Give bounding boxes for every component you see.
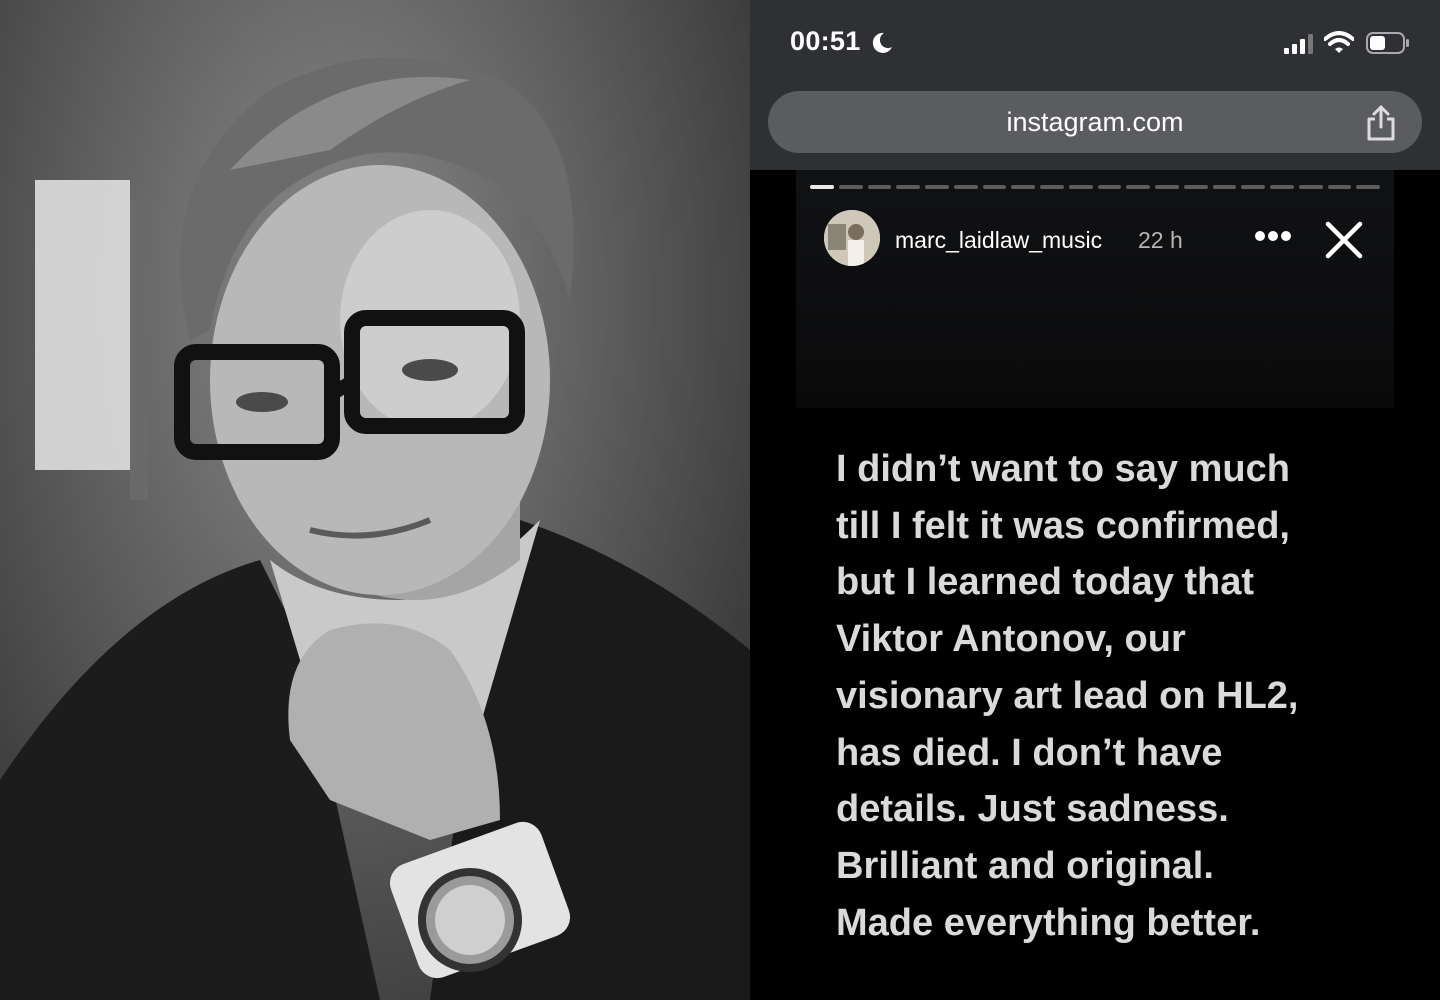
- story-line: I didn’t want to say much: [836, 448, 1290, 490]
- story-progress-segment: [867, 185, 892, 189]
- more-options-icon[interactable]: [1254, 230, 1292, 242]
- story-progress-segment: [1327, 185, 1352, 189]
- close-icon[interactable]: [1324, 220, 1364, 260]
- story-text: I didn’t want to say much till I felt it…: [836, 441, 1416, 951]
- story-progress-segment: [1097, 185, 1122, 189]
- story-progress-segment: [838, 185, 863, 189]
- story-line: but I learned today that: [836, 561, 1255, 604]
- url-bar[interactable]: instagram.com: [768, 91, 1422, 153]
- story-line: Made everything better.: [836, 901, 1261, 944]
- story-progress-segment: [1068, 185, 1093, 189]
- story-line: has died. I don’t have: [836, 731, 1223, 774]
- avatar[interactable]: [824, 210, 880, 266]
- portrait-photo: [0, 0, 750, 1000]
- story-progress-segment: [1241, 185, 1265, 189]
- url-text: instagram.com: [1006, 107, 1184, 137]
- story-progress-segment: [1298, 185, 1323, 189]
- story-line: Viktor Antonov, our: [836, 618, 1186, 661]
- story-progress-segment: [896, 185, 920, 189]
- story-progress-segment: [1356, 185, 1380, 189]
- share-icon[interactable]: [1364, 105, 1398, 141]
- story-line: till I felt it was confirmed,: [836, 504, 1290, 547]
- story-progress-segment: [1270, 185, 1294, 189]
- cellular-signal-icon: [1284, 34, 1313, 54]
- story-header-background: [796, 170, 1394, 408]
- portrait-illustration: [0, 57, 750, 1000]
- phone-screenshot: 00:51 instagram.com marc_laidlaw_music 2…: [750, 0, 1440, 1000]
- browser-chrome: 00:51 instagram.com: [750, 0, 1440, 170]
- story-progress-segment: [1126, 185, 1150, 189]
- story-progress-segment: [1040, 185, 1064, 189]
- story-age: 22 h: [1138, 227, 1183, 253]
- wifi-icon: [1324, 31, 1354, 53]
- story-line: details. Just sadness.: [836, 788, 1229, 831]
- story-progress-segment: [982, 185, 1007, 189]
- story-progress-bar: [810, 185, 1380, 189]
- story-progress-segment: [810, 185, 834, 189]
- moon-icon: [872, 32, 892, 53]
- story-progress-segment: [1212, 185, 1237, 189]
- story-line: Brilliant and original.: [836, 844, 1214, 887]
- battery-icon: [1366, 32, 1409, 54]
- story-progress-segment: [925, 185, 949, 189]
- story-progress-segment: [1155, 185, 1179, 189]
- status-time: 00:51: [790, 26, 861, 56]
- story-progress-segment: [1183, 185, 1208, 189]
- story-progress-segment: [953, 185, 978, 189]
- story-username[interactable]: marc_laidlaw_music: [895, 227, 1102, 254]
- instagram-story[interactable]: marc_laidlaw_music 22 h I didn’t want to…: [750, 170, 1440, 1000]
- avatar-image: [824, 210, 880, 266]
- story-line: visionary art lead on HL2,: [836, 674, 1299, 717]
- story-progress-segment: [1011, 185, 1035, 189]
